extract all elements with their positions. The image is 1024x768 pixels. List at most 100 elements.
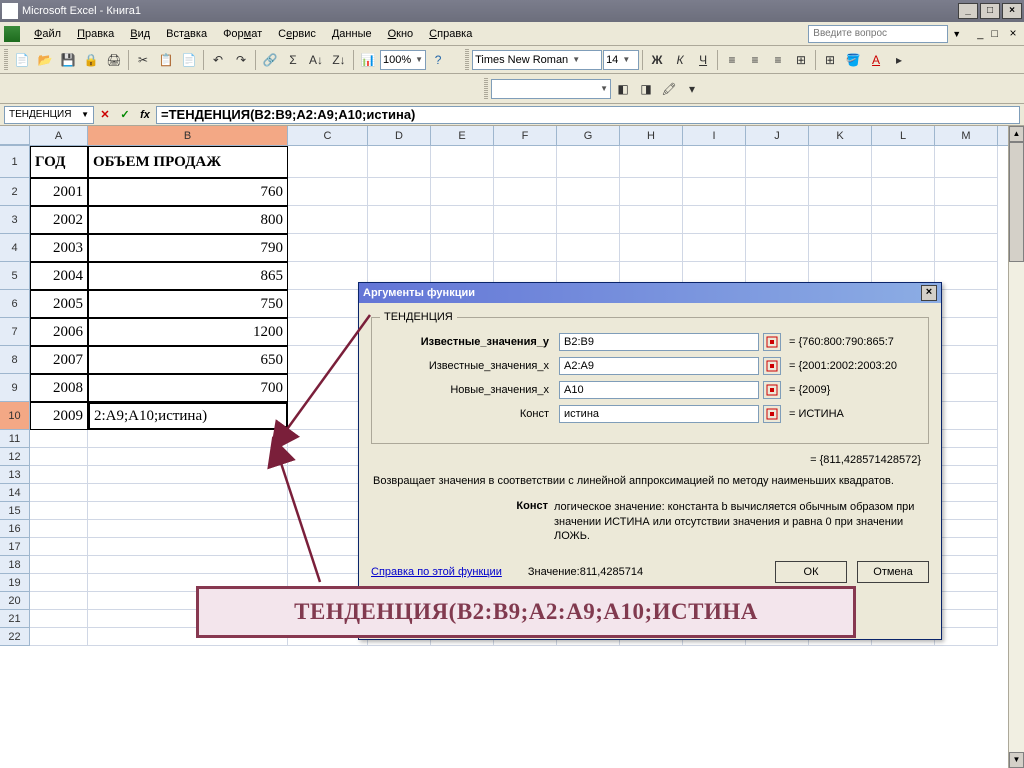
cell-a9[interactable]: 2008 [30, 374, 88, 402]
row-header-21[interactable]: 21 [0, 610, 30, 628]
row-header-7[interactable]: 7 [0, 318, 30, 346]
help-search-input[interactable] [808, 25, 948, 43]
row-header-8[interactable]: 8 [0, 346, 30, 374]
autosum-icon[interactable]: Σ [282, 49, 304, 71]
dialog-close-button[interactable]: × [921, 285, 937, 301]
underline-icon[interactable]: Ч [692, 49, 714, 71]
cut-icon[interactable]: ✂ [132, 49, 154, 71]
close-button[interactable]: × [1002, 3, 1022, 19]
cell-c1[interactable] [288, 146, 368, 178]
cell-a4[interactable]: 2003 [30, 234, 88, 262]
arg-input-1[interactable] [559, 357, 759, 375]
cell-b9[interactable]: 700 [88, 374, 288, 402]
cell-a7[interactable]: 2006 [30, 318, 88, 346]
hyperlink-icon[interactable]: 🔗 [259, 49, 281, 71]
toolbar-handle[interactable] [4, 49, 8, 71]
merge-icon[interactable]: ⊞ [790, 49, 812, 71]
col-header-k[interactable]: K [809, 126, 872, 145]
minimize-button[interactable]: _ [958, 3, 978, 19]
row-header-15[interactable]: 15 [0, 502, 30, 520]
col-header-e[interactable]: E [431, 126, 494, 145]
font-color-icon[interactable]: A [865, 49, 887, 71]
formula-input[interactable]: =ТЕНДЕНЦИЯ(B2:B9;A2:A9;A10;истина) [156, 106, 1020, 124]
format-toolbar-handle[interactable] [465, 49, 469, 71]
row-header-14[interactable]: 14 [0, 484, 30, 502]
menu-help[interactable]: Справка [421, 26, 480, 42]
cell-b2[interactable]: 760 [88, 178, 288, 206]
cell-a8[interactable]: 2007 [30, 346, 88, 374]
menu-edit[interactable]: Правка [69, 26, 122, 42]
row-header-11[interactable]: 11 [0, 430, 30, 448]
insert-icon-2[interactable]: ◨ [635, 78, 657, 100]
sort-desc-icon[interactable]: Z↓ [328, 49, 350, 71]
row-header-16[interactable]: 16 [0, 520, 30, 538]
zoom-combo[interactable]: 100%▼ [380, 50, 426, 70]
align-center-icon[interactable]: ≡ [744, 49, 766, 71]
chart-icon[interactable]: 📊 [357, 49, 379, 71]
formula-cancel-button[interactable]: ✕ [96, 106, 114, 124]
col-header-d[interactable]: D [368, 126, 431, 145]
arg-input-0[interactable] [559, 333, 759, 351]
row-header-2[interactable]: 2 [0, 178, 30, 206]
col-header-l[interactable]: L [872, 126, 935, 145]
open-icon[interactable]: 📂 [34, 49, 56, 71]
insert-function-button[interactable]: fx [136, 106, 154, 124]
insert-combo[interactable]: ▼ [491, 79, 611, 99]
col-header-m[interactable]: M [935, 126, 998, 145]
select-all-corner[interactable] [0, 126, 30, 145]
scroll-track[interactable] [1009, 262, 1024, 752]
scroll-down-icon[interactable]: ▼ [1009, 752, 1024, 768]
options-icon[interactable]: ▾ [681, 78, 703, 100]
cell-b1[interactable]: ОБЪЕМ ПРОДАЖ [88, 146, 288, 178]
bold-icon[interactable]: Ж [646, 49, 668, 71]
ok-button[interactable]: ОК [775, 561, 847, 583]
restore-button[interactable]: □ [980, 3, 1000, 19]
col-header-j[interactable]: J [746, 126, 809, 145]
menu-view[interactable]: Вид [122, 26, 158, 42]
row-header-3[interactable]: 3 [0, 206, 30, 234]
cell-a1[interactable]: ГОД [30, 146, 88, 178]
row-header-6[interactable]: 6 [0, 290, 30, 318]
row-header-20[interactable]: 20 [0, 592, 30, 610]
cell-a2[interactable]: 2001 [30, 178, 88, 206]
doc-restore-button[interactable]: □ [991, 28, 998, 40]
fill-color-icon[interactable]: 🪣 [842, 49, 864, 71]
row-header-4[interactable]: 4 [0, 234, 30, 262]
sort-asc-icon[interactable]: A↓ [305, 49, 327, 71]
cell-b5[interactable]: 865 [88, 262, 288, 290]
arg-input-2[interactable] [559, 381, 759, 399]
menu-insert[interactable]: Вставка [158, 26, 215, 42]
row-header-17[interactable]: 17 [0, 538, 30, 556]
permissions-icon[interactable]: 🔒 [80, 49, 102, 71]
col-header-b[interactable]: B [88, 126, 288, 145]
doc-minimize-button[interactable]: _ [977, 28, 983, 40]
col-header-h[interactable]: H [620, 126, 683, 145]
help-icon[interactable]: ? [427, 49, 449, 71]
help-dropdown-icon[interactable]: ▼ [952, 29, 961, 39]
cell-b4[interactable]: 790 [88, 234, 288, 262]
col-header-f[interactable]: F [494, 126, 557, 145]
row-header-10[interactable]: 10 [0, 402, 30, 430]
range-picker-icon[interactable] [763, 381, 781, 399]
toolbar-overflow-icon[interactable]: ▸ [888, 49, 910, 71]
toolbar-handle-2[interactable] [484, 78, 488, 100]
name-box[interactable]: ТЕНДЕНЦИЯ▼ [4, 106, 94, 124]
cell-a3[interactable]: 2002 [30, 206, 88, 234]
col-header-c[interactable]: C [288, 126, 368, 145]
italic-icon[interactable]: К [669, 49, 691, 71]
align-right-icon[interactable]: ≡ [767, 49, 789, 71]
cell-a6[interactable]: 2005 [30, 290, 88, 318]
cell-b10-active[interactable]: 2:A9;A10;истина) [88, 402, 288, 430]
row-header-9[interactable]: 9 [0, 374, 30, 402]
cell-a10[interactable]: 2009 [30, 402, 88, 430]
formula-enter-button[interactable]: ✓ [116, 106, 134, 124]
range-picker-icon[interactable] [763, 357, 781, 375]
row-header-12[interactable]: 12 [0, 448, 30, 466]
new-icon[interactable]: 📄 [11, 49, 33, 71]
col-header-i[interactable]: I [683, 126, 746, 145]
align-left-icon[interactable]: ≡ [721, 49, 743, 71]
menu-window[interactable]: Окно [380, 26, 422, 42]
insert-icon-1[interactable]: ◧ [612, 78, 634, 100]
menu-tools[interactable]: Сервис [270, 26, 324, 42]
row-header-18[interactable]: 18 [0, 556, 30, 574]
